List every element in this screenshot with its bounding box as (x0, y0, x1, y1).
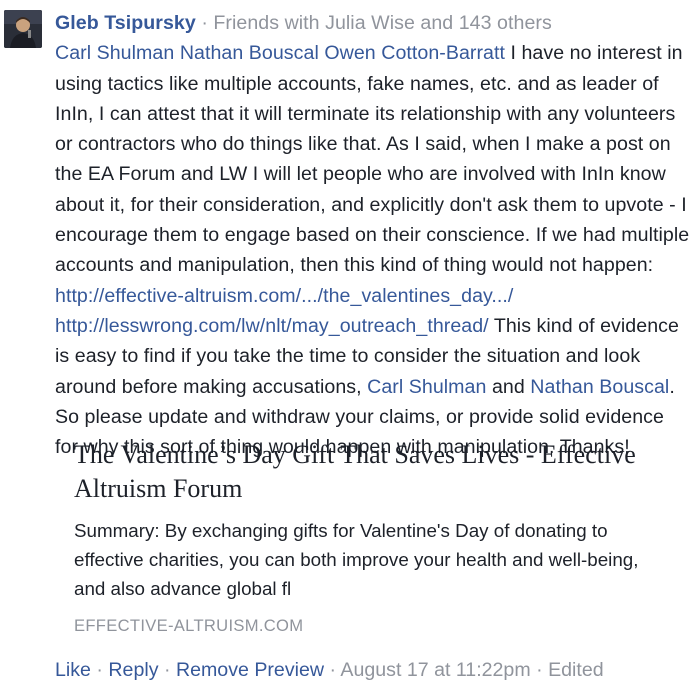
avatar[interactable] (4, 10, 42, 48)
timestamp-link[interactable]: August 17 at 11:22pm (340, 659, 530, 681)
mention-carl-shulman-2[interactable]: Carl Shulman (367, 376, 486, 398)
reply-button[interactable]: Reply (108, 659, 158, 681)
separator-dot: · (163, 659, 171, 681)
url-link-lesswrong[interactable]: http://lesswrong.com/lw/nlt/may_outreach… (55, 315, 489, 337)
comment-text-and: and (491, 375, 525, 398)
mention-nathan-bouscal[interactable]: Nathan Bouscal (180, 42, 319, 64)
separator-dot: · (536, 659, 543, 681)
preview-domain: EFFECTIVE-ALTRUISM.COM (74, 616, 304, 635)
comment-text-part1: I have no interest in using tactics like… (55, 42, 690, 277)
separator-dot: · (96, 659, 103, 681)
link-preview-card[interactable]: The Valentine’s Day Gift That Saves Live… (74, 438, 674, 636)
url-link-ea-forum[interactable]: http://effective-altruism.com/.../the_va… (55, 285, 513, 307)
separator-dot: · (329, 659, 337, 681)
like-button[interactable]: Like (55, 659, 91, 681)
remove-preview-button[interactable]: Remove Preview (176, 659, 324, 681)
mention-owen-cotton-barratt[interactable]: Owen Cotton-Barratt (324, 42, 505, 64)
mention-nathan-bouscal-2[interactable]: Nathan Bouscal (530, 376, 669, 398)
preview-summary: Summary: By exchanging gifts for Valenti… (74, 520, 639, 599)
mention-carl-shulman[interactable]: Carl Shulman (55, 42, 174, 64)
comment-body: Gleb Tsipursky · Friends with Julia Wise… (55, 8, 690, 462)
audience-label[interactable]: Friends with Julia Wise and 143 others (213, 12, 551, 34)
edited-label[interactable]: Edited (548, 659, 604, 681)
author-name-link[interactable]: Gleb Tsipursky (55, 12, 196, 34)
preview-title[interactable]: The Valentine’s Day Gift That Saves Live… (74, 438, 674, 506)
profile-photo-icon (4, 10, 42, 48)
separator-dot: · (201, 12, 208, 34)
comment-actions: Like · Reply · Remove Preview · August 1… (55, 656, 604, 684)
